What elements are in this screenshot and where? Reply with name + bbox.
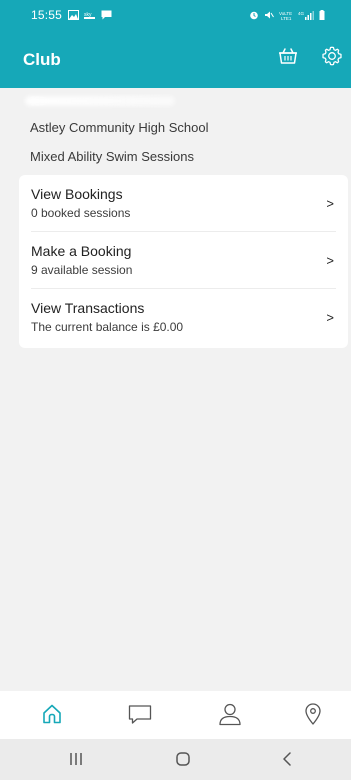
system-home-icon xyxy=(175,751,191,772)
back-button[interactable] xyxy=(275,749,299,773)
row-subtitle: 0 booked sessions xyxy=(31,206,131,220)
nav-home[interactable] xyxy=(37,701,67,731)
volte-icon: VoLTE LTE1 xyxy=(279,9,293,23)
row-subtitle: The current balance is £0.00 xyxy=(31,320,184,334)
4g-signal-icon: 4G xyxy=(298,9,314,23)
nav-profile[interactable] xyxy=(215,701,245,731)
page-title: Club xyxy=(23,50,61,69)
mute-icon xyxy=(264,9,274,23)
system-home-button[interactable] xyxy=(171,749,195,773)
sky-notification-icon: sky xyxy=(84,9,96,23)
bottom-nav xyxy=(0,691,351,739)
status-time: 15:55 xyxy=(31,8,63,22)
gear-icon xyxy=(321,45,343,72)
battery-icon xyxy=(319,9,325,23)
row-title: Make a Booking xyxy=(31,243,132,259)
chat-icon xyxy=(127,702,153,731)
nav-location[interactable] xyxy=(298,701,328,731)
back-chevron-icon xyxy=(279,751,295,772)
chevron-right-icon: > xyxy=(326,196,334,211)
chevron-right-icon: > xyxy=(326,253,334,268)
redacted-user-name xyxy=(25,96,175,106)
svg-text:4G: 4G xyxy=(298,11,305,16)
home-icon xyxy=(40,702,64,731)
chevron-right-icon: > xyxy=(326,310,334,325)
basket-icon xyxy=(277,45,299,72)
row-title: View Bookings xyxy=(31,186,123,202)
view-bookings-row[interactable]: View Bookings 0 booked sessions > xyxy=(19,175,348,232)
location-pin-icon xyxy=(303,702,323,731)
alarm-icon xyxy=(249,9,259,23)
row-subtitle: 9 available session xyxy=(31,263,133,277)
svg-text:LTE1: LTE1 xyxy=(281,16,292,20)
make-booking-row[interactable]: Make a Booking 9 available session > xyxy=(19,232,348,289)
club-session-type: Mixed Ability Swim Sessions xyxy=(30,149,194,164)
recent-apps-button[interactable] xyxy=(64,749,88,773)
status-bar: 15:55 sky VoLTE LTE1 4G xyxy=(0,0,351,30)
app-bar: Club xyxy=(0,30,351,88)
nav-messages[interactable] xyxy=(125,701,155,731)
recent-apps-icon xyxy=(68,751,84,772)
row-title: View Transactions xyxy=(31,300,145,316)
status-right-icons: VoLTE LTE1 4G xyxy=(249,9,325,23)
status-left-icons: sky xyxy=(68,9,112,23)
message-icon xyxy=(101,9,112,23)
profile-icon xyxy=(217,701,243,732)
club-school: Astley Community High School xyxy=(30,120,209,135)
system-nav-bar xyxy=(0,739,351,780)
screen: 15:55 sky VoLTE LTE1 4G Club Astley Comm… xyxy=(0,0,351,780)
gallery-icon xyxy=(68,9,79,23)
basket-button[interactable] xyxy=(274,44,302,72)
view-transactions-row[interactable]: View Transactions The current balance is… xyxy=(19,289,348,346)
club-menu-card: View Bookings 0 booked sessions > Make a… xyxy=(19,175,348,348)
settings-button[interactable] xyxy=(318,44,346,72)
